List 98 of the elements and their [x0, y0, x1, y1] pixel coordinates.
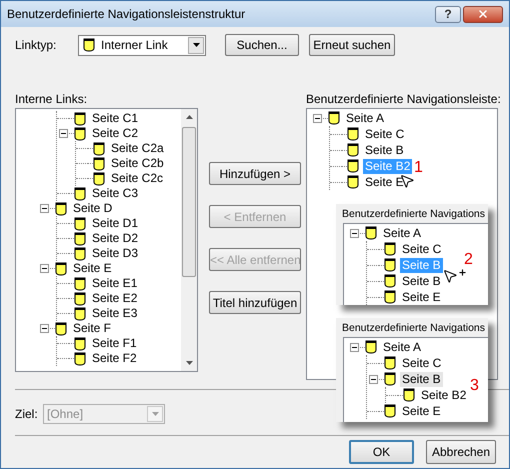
tree-item[interactable]: Seite C1: [90, 111, 140, 126]
page-icon: [74, 232, 86, 246]
tree-item[interactable]: Seite C2c: [109, 171, 166, 186]
tree-item[interactable]: Seite F2: [90, 351, 139, 366]
dialog-button[interactable]: Abbrechen: [426, 440, 496, 464]
page-icon: [384, 290, 396, 304]
tree-item[interactable]: Seite C: [400, 242, 444, 256]
step-number: 3: [470, 376, 479, 396]
page-icon: [74, 246, 86, 260]
section-label: Benutzerdefinierte Navigationsleiste:: [306, 91, 498, 108]
window-title: Benutzerdefinierte Navigationsleistenstruktur: [7, 6, 246, 23]
page-icon: [384, 372, 396, 386]
tree-item[interactable]: Seite D: [71, 201, 114, 216]
tree-item[interactable]: Seite A: [381, 340, 424, 354]
collapse-toggle[interactable]: [58, 129, 68, 138]
page-icon: [74, 186, 86, 200]
tree-item[interactable]: Seite C3: [90, 186, 140, 201]
collapse-toggle[interactable]: [40, 204, 48, 213]
collapse-toggle[interactable]: [40, 264, 48, 273]
scroll-thumb[interactable]: [182, 127, 196, 277]
scroll-down-icon[interactable]: [186, 361, 192, 365]
page-icon: [74, 112, 86, 126]
dialog-button[interactable]: Erneut suchen: [309, 34, 395, 56]
dialog-button[interactable]: Titel hinzufügen: [209, 291, 301, 314]
page-icon: [403, 388, 415, 402]
page-icon: [347, 159, 359, 173]
scroll-up-icon[interactable]: [186, 115, 192, 119]
page-icon: [55, 322, 67, 336]
tree-item[interactable]: Seite E: [400, 404, 443, 418]
dialog-button[interactable]: Suchen...: [225, 34, 299, 56]
page-icon: [347, 127, 359, 141]
tree-item[interactable]: Seite F1: [90, 336, 139, 351]
inset-title: Benutzerdefinierte Navigations: [341, 321, 486, 336]
tree-item[interactable]: Seite E1: [90, 276, 140, 291]
tree-item[interactable]: Seite E3: [90, 306, 140, 321]
page-icon: [384, 356, 396, 370]
inset-title: Benutzerdefinierte Navigations: [341, 207, 486, 222]
tree-item[interactable]: Seite B: [400, 372, 443, 386]
dialog-button[interactable]: OK: [349, 440, 414, 464]
caret-icon: [192, 43, 200, 47]
caret-icon: [152, 412, 158, 416]
page-icon: [74, 276, 86, 290]
tree-item[interactable]: Seite C: [363, 126, 406, 142]
tree-item[interactable]: Seite A: [344, 110, 386, 126]
page-icon: [55, 202, 67, 216]
page-icon: [74, 216, 86, 230]
page-icon: [328, 111, 340, 125]
target-label: Ziel:: [15, 406, 39, 423]
tree-item[interactable]: Seite C2b: [109, 156, 166, 171]
link-type-dropdown[interactable]: Interner Link: [78, 34, 206, 56]
section-label: Interne Links:: [15, 91, 88, 108]
tree-item[interactable]: Seite C: [400, 356, 444, 370]
page-icon: [74, 306, 86, 320]
tree-item[interactable]: Seite E: [363, 174, 406, 190]
tree-item[interactable]: Seite D3: [90, 246, 140, 261]
page-icon: [347, 143, 359, 157]
dialog-button[interactable]: Hinzufügen >: [209, 162, 301, 185]
link-type-label: Linktyp:: [15, 37, 58, 54]
page-icon: [74, 352, 86, 366]
page-icon: [74, 126, 86, 140]
collapse-toggle[interactable]: [350, 342, 358, 352]
page-icon: [93, 156, 105, 170]
page-icon: [74, 292, 86, 306]
tree-item[interactable]: Seite C2: [90, 126, 140, 141]
step-number: 1: [414, 158, 423, 178]
page-icon: [384, 242, 396, 256]
scrollbar[interactable]: [181, 109, 197, 371]
step-number: 2: [464, 250, 473, 270]
tree-item[interactable]: Seite D2: [90, 231, 140, 246]
page-icon: [83, 38, 95, 52]
tree-item[interactable]: Seite E: [400, 290, 443, 304]
page-icon: [93, 172, 105, 186]
tree-item[interactable]: Seite A: [381, 226, 424, 240]
tree-item[interactable]: Seite F: [71, 321, 114, 336]
collapse-toggle[interactable]: [350, 228, 358, 238]
tree-item[interactable]: Seite C2a: [109, 141, 166, 156]
page-icon: [384, 274, 396, 288]
tree-item[interactable]: Seite E: [71, 261, 114, 276]
tree-item[interactable]: Seite D1: [90, 216, 140, 231]
tree-item[interactable]: Seite B: [400, 274, 443, 288]
page-icon: [384, 258, 396, 272]
page-icon: [365, 226, 377, 240]
close-button[interactable]: [463, 6, 503, 22]
collapse-toggle[interactable]: [40, 324, 48, 333]
page-icon: [74, 336, 86, 350]
cursor-plus-icon: [442, 268, 467, 284]
close-icon: [477, 8, 489, 20]
collapse-toggle[interactable]: [368, 374, 378, 384]
page-icon: [347, 175, 359, 189]
page-icon: [93, 142, 105, 156]
collapse-toggle[interactable]: [312, 114, 322, 122]
tree-item[interactable]: Seite B2: [419, 388, 468, 402]
page-icon: [365, 340, 377, 354]
tree-item[interactable]: Seite E2: [90, 291, 140, 306]
help-button[interactable]: ?: [435, 6, 461, 22]
page-icon: [384, 404, 396, 418]
page-icon: [55, 262, 67, 276]
tree-item[interactable]: Seite B: [363, 142, 406, 158]
